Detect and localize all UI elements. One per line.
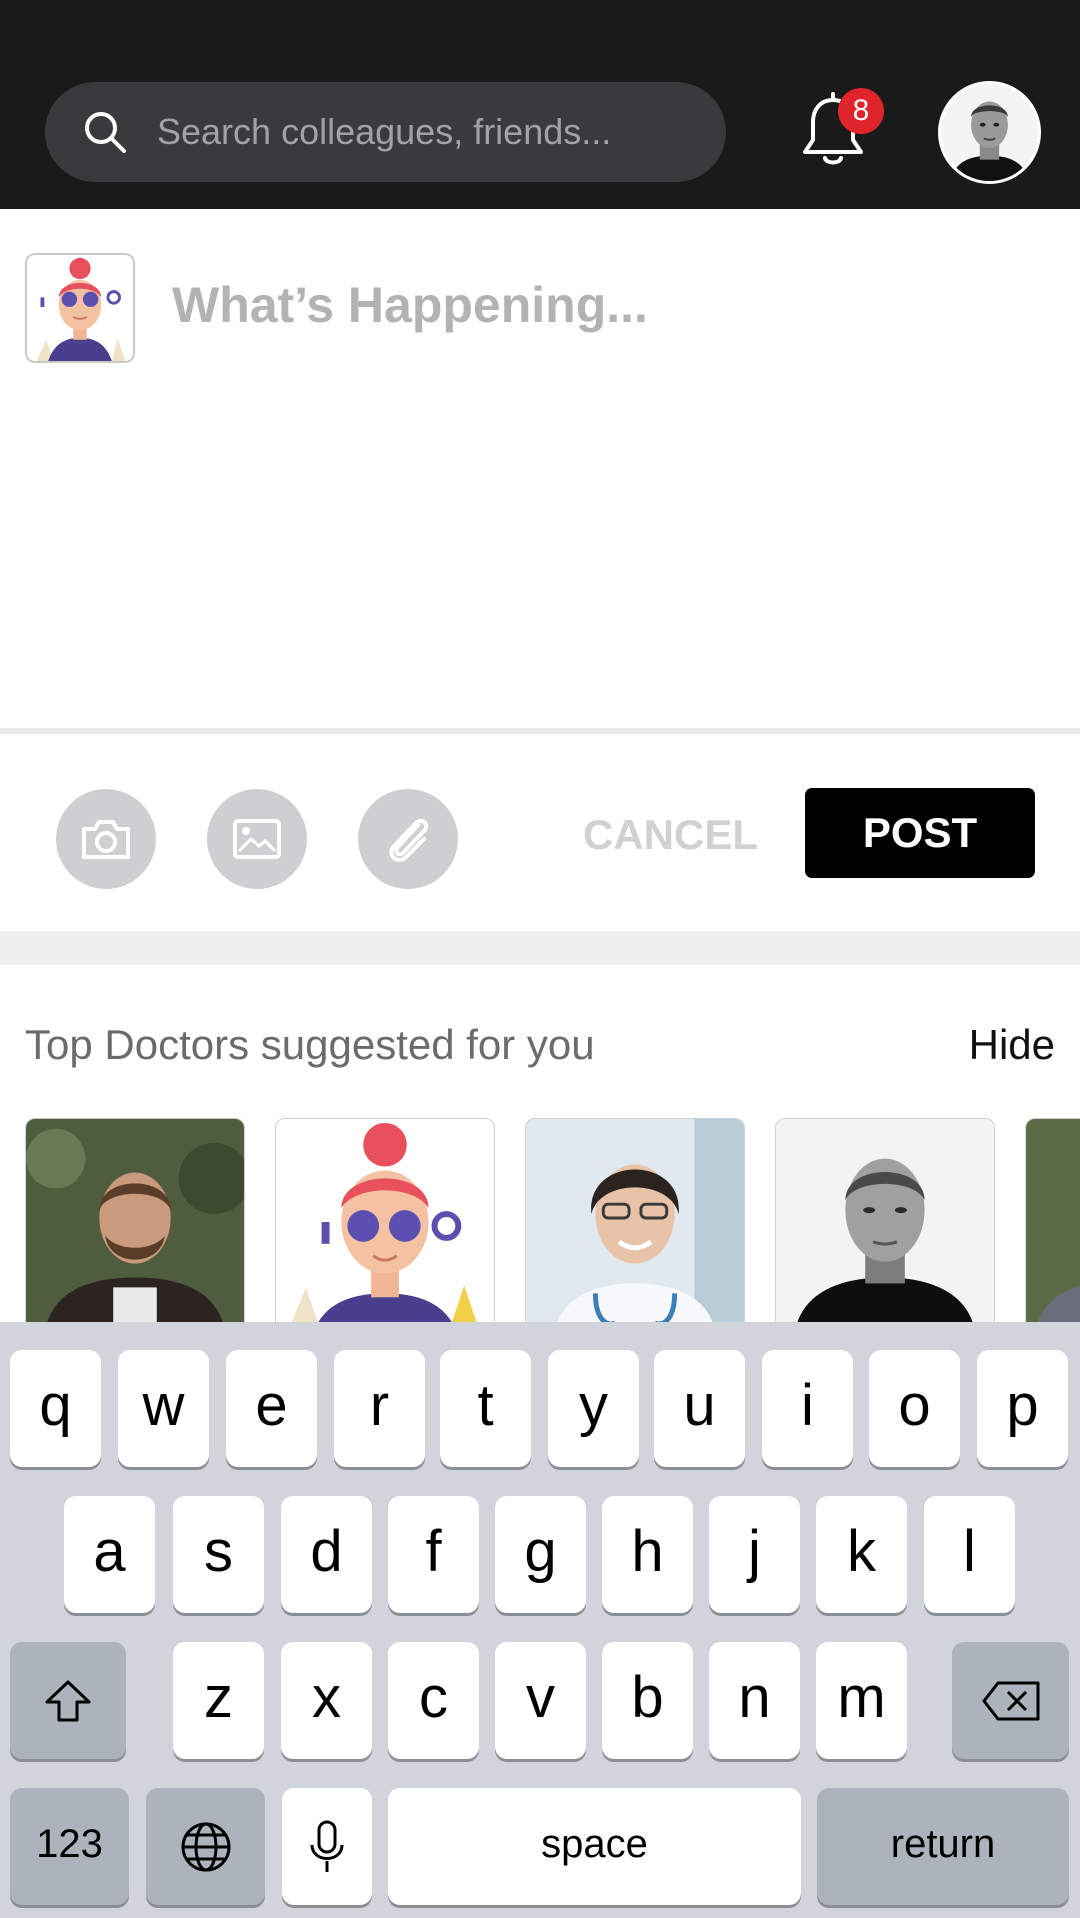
key-g[interactable]: g [495,1496,586,1613]
doctor-photo [776,1119,994,1327]
numbers-key[interactable]: 123 [10,1788,129,1905]
search-bar[interactable] [45,82,726,182]
notification-badge: 8 [838,88,884,134]
key-w[interactable]: w [118,1350,209,1467]
search-input[interactable] [157,82,697,182]
photo-button[interactable] [207,789,307,889]
key-o[interactable]: o [869,1350,960,1467]
key-e[interactable]: e [226,1350,317,1467]
globe-key[interactable] [146,1788,265,1905]
image-icon [233,819,281,859]
key-q[interactable]: q [10,1350,101,1467]
key-j[interactable]: j [709,1496,800,1613]
shift-icon [45,1680,91,1721]
keyboard: q w e r t y u i o p a s d f g h j k l z … [0,1322,1080,1918]
doctor-photo [1026,1119,1080,1327]
camera-button[interactable] [56,789,156,889]
camera-icon [82,820,130,859]
microphone-key[interactable] [282,1788,372,1905]
key-h[interactable]: h [602,1496,693,1613]
suggested-doctor-card[interactable] [25,1118,245,1328]
key-t[interactable]: t [440,1350,531,1467]
shift-key[interactable] [10,1642,126,1759]
key-u[interactable]: u [654,1350,745,1467]
delete-key[interactable] [952,1642,1069,1759]
key-m[interactable]: m [816,1642,907,1759]
key-s[interactable]: s [173,1496,264,1613]
composer-avatar [25,253,135,363]
section-divider [0,931,1080,965]
attach-button[interactable] [358,789,458,889]
key-n[interactable]: n [709,1642,800,1759]
doctor-photo [26,1119,244,1327]
microphone-icon [310,1820,344,1872]
cartoon-avatar [27,255,133,361]
suggestions-title: Top Doctors suggested for you [25,1021,595,1068]
post-button[interactable]: POST [805,788,1035,878]
key-z[interactable]: z [173,1642,264,1759]
top-bar: 8 [0,0,1080,209]
post-text-input[interactable]: What’s Happening... [172,270,1032,340]
key-k[interactable]: k [816,1496,907,1613]
key-v[interactable]: v [495,1642,586,1759]
search-icon [85,112,126,153]
key-y[interactable]: y [548,1350,639,1467]
backspace-icon [982,1681,1039,1720]
key-f[interactable]: f [388,1496,479,1613]
cancel-button[interactable]: CANCEL [583,805,758,865]
key-d[interactable]: d [281,1496,372,1613]
key-c[interactable]: c [388,1642,479,1759]
suggested-doctor-card[interactable] [275,1118,495,1328]
key-b[interactable]: b [602,1642,693,1759]
composer-divider [0,728,1080,734]
return-key[interactable]: return [817,1788,1069,1905]
profile-photo [941,84,1038,181]
suggested-doctor-card[interactable] [525,1118,745,1328]
key-i[interactable]: i [762,1350,853,1467]
key-l[interactable]: l [924,1496,1015,1613]
suggested-doctor-card[interactable] [1025,1118,1080,1328]
create-post-screen: 8 [0,0,1080,1918]
profile-avatar[interactable] [938,81,1041,184]
doctor-cartoon-avatar [276,1119,494,1327]
hide-suggestions-button[interactable]: Hide [940,1017,1055,1073]
globe-icon [181,1822,230,1871]
doctor-photo [526,1119,744,1327]
paperclip-icon [389,818,429,862]
key-r[interactable]: r [334,1350,425,1467]
suggested-doctor-card[interactable] [775,1118,995,1328]
key-a[interactable]: a [64,1496,155,1613]
key-x[interactable]: x [281,1642,372,1759]
space-key[interactable]: space [388,1788,801,1905]
key-p[interactable]: p [977,1350,1068,1467]
